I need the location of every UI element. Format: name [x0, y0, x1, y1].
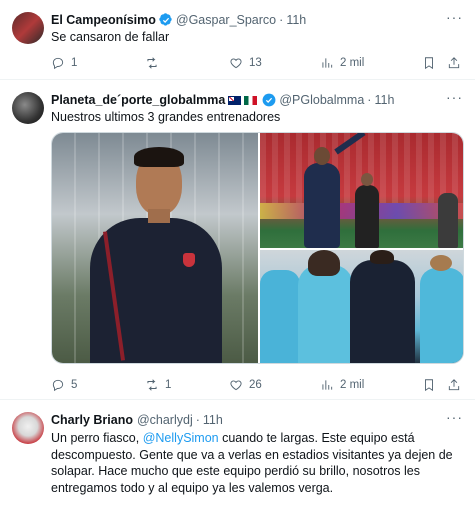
bookmark-icon — [425, 379, 433, 392]
like-button[interactable]: 13 — [229, 56, 262, 70]
views-button[interactable]: 2 mil — [320, 378, 364, 392]
views-button[interactable]: 2 mil — [320, 56, 364, 70]
views-icon — [322, 380, 333, 390]
handle[interactable]: @PGlobalmma — [279, 93, 364, 107]
photo-coach-players[interactable] — [260, 250, 463, 363]
share-icon — [448, 379, 460, 391]
tweet-text-part: Un perro fiasco, — [51, 431, 143, 445]
tweet-text: Un perro fiasco, @NellySimon cuando te l… — [51, 430, 461, 496]
tweet[interactable]: Charly Briano @charlydj · 11h ··· Un per… — [0, 400, 475, 509]
timestamp[interactable]: 11h — [374, 93, 394, 107]
retweet-count: 1 — [165, 379, 172, 391]
separator: · — [279, 13, 284, 27]
photo-coach-stadium[interactable] — [260, 133, 463, 248]
tweet-header: El Campeonísimo @Gaspar_Sparco · 11h — [51, 11, 463, 29]
like-count: 26 — [249, 379, 262, 391]
reply-icon — [52, 379, 64, 392]
australia-flag-icon — [228, 95, 242, 105]
views-count: 2 mil — [340, 57, 365, 69]
photo-coach-training[interactable] — [52, 133, 258, 363]
separator: · — [195, 413, 200, 427]
reply-count: 5 — [71, 379, 78, 391]
more-icon[interactable]: ··· — [446, 9, 463, 25]
avatar[interactable] — [12, 12, 44, 44]
reply-icon — [52, 57, 64, 70]
like-count: 13 — [249, 57, 262, 69]
share-button[interactable] — [447, 56, 461, 70]
tweet-actions: 5 1 26 2 mil — [51, 377, 463, 393]
avatar[interactable] — [12, 412, 44, 444]
verified-badge-icon — [262, 93, 276, 107]
more-icon[interactable]: ··· — [446, 89, 463, 105]
tweet-header: Charly Briano @charlydj · 11h — [51, 411, 463, 429]
like-icon — [230, 380, 242, 391]
verified-badge-icon — [159, 13, 172, 26]
bookmark-icon — [425, 57, 433, 70]
avatar[interactable] — [12, 92, 44, 124]
display-name[interactable]: Planeta_de´porte_globalmma — [51, 93, 225, 107]
bookmark-button[interactable] — [422, 56, 436, 70]
more-icon[interactable]: ··· — [446, 409, 463, 425]
views-count: 2 mil — [340, 379, 365, 391]
mexico-flag-icon — [244, 95, 258, 105]
display-name[interactable]: El Campeonísimo — [51, 13, 156, 27]
tweet-text: Nuestros ultimos 3 grandes entrenadores — [51, 110, 281, 124]
retweet-button[interactable]: 1 — [145, 378, 171, 392]
reply-button[interactable]: 1 — [51, 56, 77, 70]
handle[interactable]: @Gaspar_Sparco — [176, 13, 276, 27]
reply-count: 1 — [71, 57, 78, 69]
tweet-actions: 1 13 2 mil — [51, 55, 463, 71]
handle[interactable]: @charlydj — [137, 413, 193, 427]
like-button[interactable]: 26 — [229, 378, 262, 392]
media-grid[interactable] — [51, 132, 464, 364]
retweet-icon — [147, 379, 157, 391]
tweet-text: Se cansaron de fallar — [51, 30, 170, 44]
tweet-header: Planeta_de´porte_globalmma @PGlobalmma ·… — [51, 91, 463, 109]
tweet[interactable]: El Campeonísimo @Gaspar_Sparco · 11h ···… — [0, 0, 475, 80]
tweet[interactable]: Planeta_de´porte_globalmma @PGlobalmma ·… — [0, 80, 475, 400]
share-icon — [448, 57, 460, 69]
timestamp[interactable]: 11h — [203, 413, 223, 427]
timestamp[interactable]: 11h — [286, 13, 306, 27]
views-icon — [322, 58, 333, 68]
display-name[interactable]: Charly Briano — [51, 413, 133, 427]
retweet-button[interactable] — [145, 56, 165, 70]
like-icon — [230, 58, 242, 69]
reply-button[interactable]: 5 — [51, 378, 77, 392]
separator: · — [367, 93, 372, 107]
bookmark-button[interactable] — [422, 378, 436, 392]
mention-link[interactable]: @NellySimon — [143, 431, 219, 445]
retweet-icon — [147, 57, 157, 69]
share-button[interactable] — [447, 378, 461, 392]
